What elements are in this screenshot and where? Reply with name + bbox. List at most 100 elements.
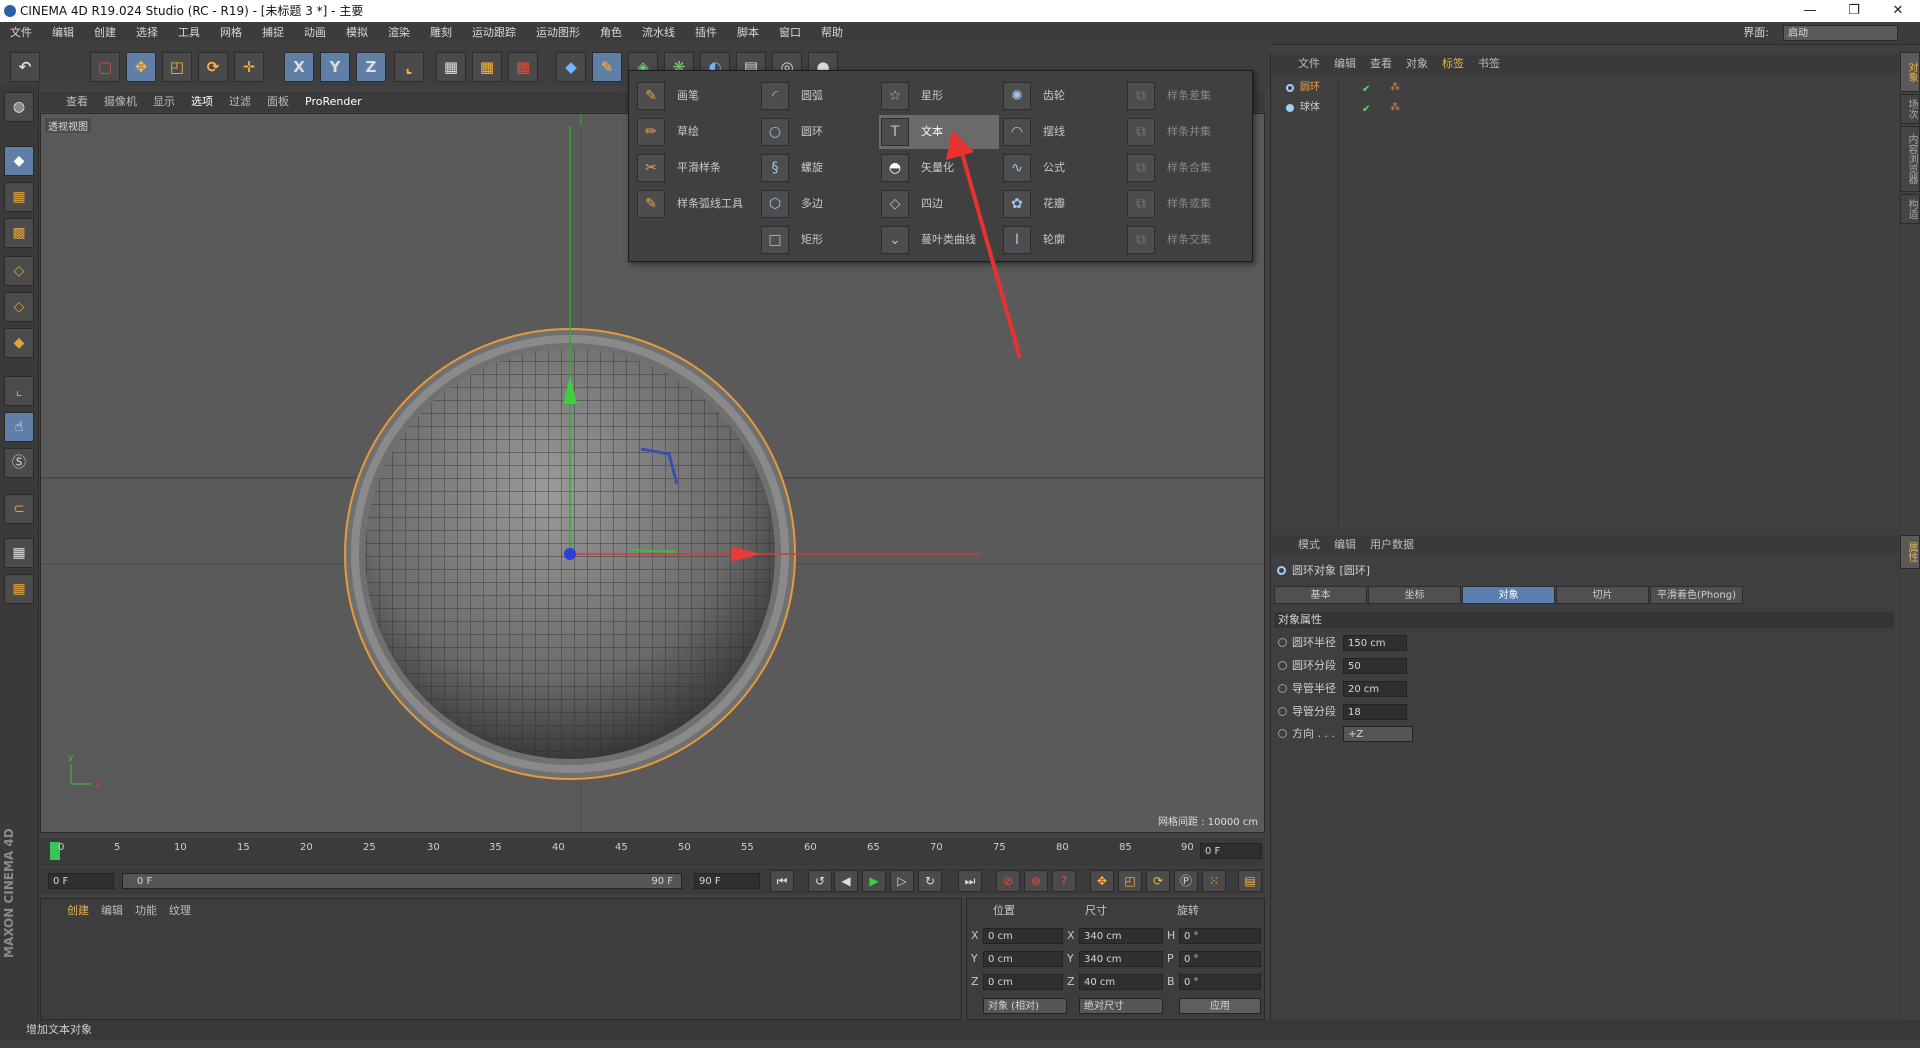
vtab-structure[interactable]: 构造 bbox=[1900, 194, 1920, 224]
live-select-icon[interactable]: ▢ bbox=[90, 52, 120, 82]
record-icon[interactable]: ⊘ bbox=[996, 870, 1020, 892]
menu-plugins[interactable]: 插件 bbox=[691, 22, 721, 44]
edges-mode-icon[interactable]: ◇ bbox=[4, 292, 34, 322]
axis-x-button[interactable]: X bbox=[284, 52, 314, 82]
rot-h-field[interactable]: 0 ° bbox=[1179, 928, 1261, 944]
prev-frame-icon[interactable]: ◀ bbox=[834, 870, 858, 892]
pos-z-field[interactable]: 0 cm bbox=[983, 974, 1063, 990]
key-rotation-icon[interactable]: ⟳ bbox=[1146, 870, 1170, 892]
pipe-segments-field[interactable]: 18 bbox=[1343, 704, 1407, 720]
coord-mode-select[interactable]: 对象 (相对) bbox=[983, 998, 1067, 1014]
axis-y-button[interactable]: Y bbox=[320, 52, 350, 82]
vtab-takes[interactable]: 场次 bbox=[1900, 94, 1920, 124]
play-icon[interactable]: ▶ bbox=[862, 870, 886, 892]
lock-workplane-icon[interactable]: ▦ bbox=[4, 538, 34, 568]
menu-character[interactable]: 角色 bbox=[596, 22, 626, 44]
workplane-mode-icon[interactable]: ▩ bbox=[4, 218, 34, 248]
phong-tag-icon[interactable]: ⁂ bbox=[1390, 80, 1400, 96]
texture-mode-icon[interactable]: ▦ bbox=[4, 182, 34, 212]
spline-or-item[interactable]: ⧉ 样条或集 bbox=[1125, 187, 1245, 221]
object-row-torus[interactable]: 圆环 ✔ ⁂ bbox=[1282, 80, 1432, 96]
rotate-tool-icon[interactable]: ⟳ bbox=[198, 52, 228, 82]
spline-circle-item[interactable]: ○ 圆环 bbox=[759, 115, 875, 149]
snap-icon[interactable]: Ⓢ bbox=[4, 448, 34, 478]
menu-mesh[interactable]: 网格 bbox=[216, 22, 246, 44]
prev-key-icon[interactable]: ↺ bbox=[808, 870, 832, 892]
viewport-menu-filter[interactable]: 过滤 bbox=[229, 95, 251, 108]
next-key-icon[interactable]: ↻ bbox=[918, 870, 942, 892]
apply-button[interactable]: 应用 bbox=[1179, 998, 1261, 1014]
viewport-menu-cameras[interactable]: 摄像机 bbox=[104, 95, 137, 108]
menu-render[interactable]: 渲染 bbox=[384, 22, 414, 44]
pen-spline-icon[interactable]: ✎ bbox=[592, 52, 622, 82]
spline-arc-item[interactable]: ◜ 圆弧 bbox=[759, 79, 875, 113]
menu-simulate[interactable]: 模拟 bbox=[342, 22, 372, 44]
range-slider[interactable]: 0 F 90 F bbox=[122, 873, 682, 889]
menu-file[interactable]: 文件 bbox=[6, 22, 36, 44]
end-frame-field[interactable]: 90 F bbox=[694, 873, 760, 889]
timeline-ruler[interactable]: 0 F bbox=[40, 838, 1265, 866]
menu-edit[interactable]: 编辑 bbox=[48, 22, 78, 44]
points-mode-icon[interactable]: ◇ bbox=[4, 256, 34, 286]
start-frame-field[interactable]: 0 F bbox=[48, 873, 114, 889]
model-mode-icon[interactable]: ◆ bbox=[4, 146, 34, 176]
planar-workplane-icon[interactable]: ▦ bbox=[4, 574, 34, 604]
key-pla-icon[interactable]: ⁙ bbox=[1202, 870, 1226, 892]
keyframe-selection-icon[interactable]: ? bbox=[1052, 870, 1076, 892]
undo-icon[interactable]: ↶ bbox=[10, 52, 40, 82]
mat-menu-edit[interactable]: 编辑 bbox=[101, 904, 123, 917]
pipe-radius-field[interactable]: 20 cm bbox=[1343, 681, 1407, 697]
menu-help[interactable]: 帮助 bbox=[817, 22, 847, 44]
pos-y-field[interactable]: 0 cm bbox=[983, 951, 1063, 967]
pos-x-field[interactable]: 0 cm bbox=[983, 928, 1063, 944]
render-picture-viewer-icon[interactable]: ▦ bbox=[472, 52, 502, 82]
rot-p-field[interactable]: 0 ° bbox=[1179, 951, 1261, 967]
menu-pipeline[interactable]: 流水线 bbox=[638, 22, 679, 44]
key-parameter-icon[interactable]: Ⓟ bbox=[1174, 870, 1198, 892]
tab-slice[interactable]: 切片 bbox=[1556, 586, 1649, 604]
animate-dot-icon[interactable] bbox=[1278, 638, 1287, 647]
magnet-icon[interactable]: ⊂ bbox=[4, 494, 34, 524]
timeline-window-icon[interactable]: ▤ bbox=[1238, 870, 1262, 892]
menu-snap[interactable]: 捕捉 bbox=[258, 22, 288, 44]
animate-dot-icon[interactable] bbox=[1278, 661, 1287, 670]
spline-smooth-item[interactable]: ✂ 平滑样条 bbox=[635, 151, 755, 185]
recent-tool-icon[interactable]: ✛ bbox=[234, 52, 264, 82]
menu-motion-tracking[interactable]: 运动跟踪 bbox=[468, 22, 520, 44]
viewport-menu-view[interactable]: 查看 bbox=[66, 95, 88, 108]
maximize-button[interactable]: ❐ bbox=[1832, 0, 1876, 22]
vtab-objects[interactable]: 对象 bbox=[1900, 52, 1920, 92]
key-scale-icon[interactable]: ◰ bbox=[1118, 870, 1142, 892]
menu-select[interactable]: 选择 bbox=[132, 22, 162, 44]
tab-basic[interactable]: 基本 bbox=[1274, 586, 1367, 604]
tweak-mode-icon[interactable]: ☝ bbox=[4, 412, 34, 442]
spline-union-item[interactable]: ⧉ 样条并集 bbox=[1125, 115, 1245, 149]
mat-menu-function[interactable]: 功能 bbox=[135, 904, 157, 917]
viewport-menu-panel[interactable]: 面板 bbox=[267, 95, 289, 108]
tab-object[interactable]: 对象 bbox=[1462, 586, 1555, 604]
scale-tool-icon[interactable]: ◰ bbox=[162, 52, 192, 82]
om-menu-objects[interactable]: 对象 bbox=[1406, 57, 1428, 70]
am-menu-user-data[interactable]: 用户数据 bbox=[1370, 538, 1414, 551]
spline-sketch-item[interactable]: ✏ 草绘 bbox=[635, 115, 755, 149]
menu-script[interactable]: 脚本 bbox=[733, 22, 763, 44]
om-menu-tags[interactable]: 标签 bbox=[1442, 57, 1464, 70]
phong-tag-icon[interactable]: ⁂ bbox=[1390, 100, 1400, 116]
spline-and-item[interactable]: ⧉ 样条合集 bbox=[1125, 151, 1245, 185]
animate-dot-icon[interactable] bbox=[1278, 684, 1287, 693]
menu-mograph[interactable]: 运动图形 bbox=[532, 22, 584, 44]
om-menu-view[interactable]: 查看 bbox=[1370, 57, 1392, 70]
key-position-icon[interactable]: ✥ bbox=[1090, 870, 1114, 892]
tab-coord[interactable]: 坐标 bbox=[1368, 586, 1461, 604]
animate-dot-icon[interactable] bbox=[1278, 707, 1287, 716]
size-y-field[interactable]: 340 cm bbox=[1079, 951, 1163, 967]
menu-create[interactable]: 创建 bbox=[90, 22, 120, 44]
spline-helix-item[interactable]: § 螺旋 bbox=[759, 151, 875, 185]
cube-icon[interactable]: ◆ bbox=[556, 52, 586, 82]
move-tool-icon[interactable]: ✥ bbox=[126, 52, 156, 82]
current-frame-field[interactable]: 0 F bbox=[1200, 843, 1262, 859]
spline-intersection-item[interactable]: ⧉ 样条交集 bbox=[1125, 223, 1245, 257]
mat-menu-create[interactable]: 创建 bbox=[67, 904, 89, 917]
size-x-field[interactable]: 340 cm bbox=[1079, 928, 1163, 944]
layout-select[interactable]: 启动 bbox=[1783, 25, 1898, 41]
